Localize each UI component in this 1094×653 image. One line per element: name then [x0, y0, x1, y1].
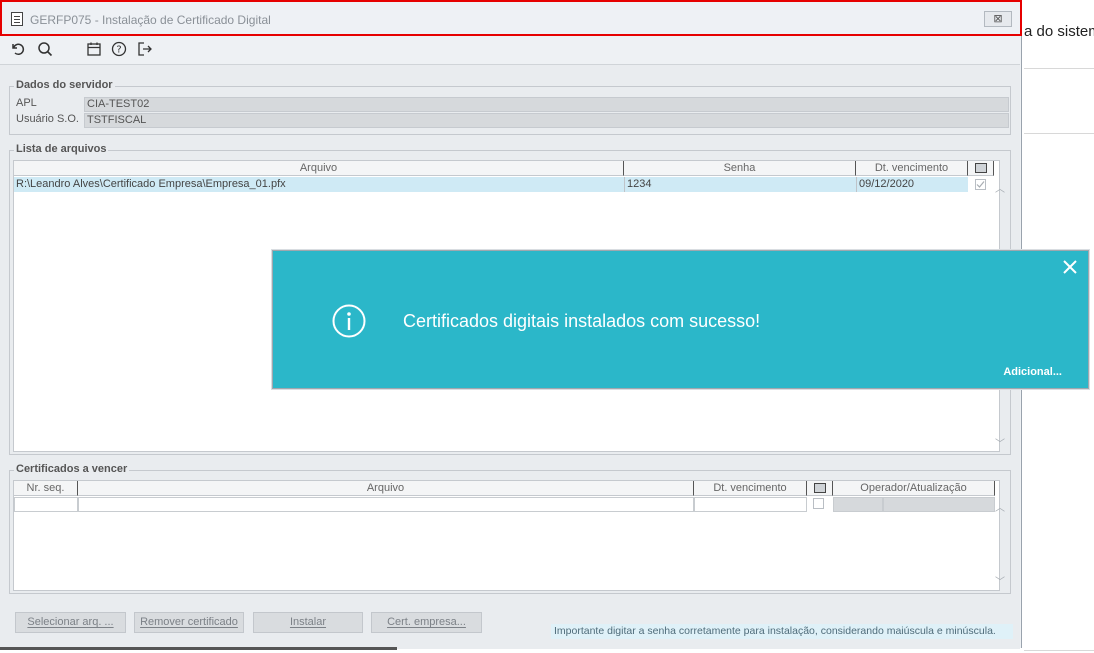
column-header-vencimento[interactable]: Dt. vencimento — [694, 481, 807, 496]
column-header-nr-seq[interactable]: Nr. seq. — [14, 481, 78, 496]
cell-senha[interactable]: 1234 — [624, 177, 856, 192]
expiring-grid: Nr. seq. Arquivo Dt. vencimento Operador… — [13, 480, 1005, 591]
help-icon[interactable]: ? — [110, 41, 128, 57]
company-certificate-button[interactable]: Cert. empresa... — [371, 612, 482, 633]
title-bar[interactable]: GERFP075 - Instalação de Certificado Dig… — [0, 0, 1022, 36]
close-icon[interactable] — [1062, 259, 1078, 275]
scroll-down-arrow[interactable]: ﹀ — [995, 573, 1005, 588]
file-list-group-title: Lista de arquivos — [14, 143, 109, 155]
scroll-down-arrow[interactable]: ﹀ — [995, 435, 1005, 450]
user-field: TSTFISCAL — [84, 113, 1009, 128]
toolbar: ? — [0, 36, 1020, 62]
select-file-button[interactable]: Selecionar arq. ... — [15, 612, 126, 633]
window-title: GERFP075 - Instalação de Certificado Dig… — [30, 13, 271, 27]
background-divider — [1024, 133, 1094, 134]
remove-certificate-button[interactable]: Remover certificado — [134, 612, 244, 633]
select-all-checkbox[interactable] — [974, 163, 987, 173]
server-data-group: Dados do servidor APL CIA-TEST02 Usuário… — [9, 79, 1011, 135]
input-nr-seq[interactable] — [14, 497, 78, 512]
search-icon[interactable] — [36, 41, 54, 57]
svg-text:?: ? — [116, 45, 121, 56]
column-header-arquivo[interactable]: Arquivo — [78, 481, 694, 496]
row-checkbox[interactable] — [975, 179, 986, 190]
user-label: Usuário S.O. — [16, 113, 79, 125]
taskbar-strip — [0, 647, 397, 650]
scroll-up-arrow[interactable]: ︿ — [995, 499, 1005, 514]
exit-icon[interactable] — [136, 41, 154, 57]
apl-field: CIA-TEST02 — [84, 97, 1009, 112]
success-notification: Certificados digitais instalados com suc… — [272, 250, 1089, 389]
password-hint: Importante digitar a senha corretamente … — [551, 624, 1013, 639]
input-arquivo[interactable] — [78, 497, 694, 512]
install-button[interactable]: Instalar — [253, 612, 363, 633]
info-icon — [332, 304, 366, 338]
server-group-title: Dados do servidor — [14, 79, 115, 91]
scroll-up-arrow[interactable]: ︿ — [995, 180, 1005, 195]
table-row[interactable]: R:\Leandro Alves\Certificado Empresa\Emp… — [14, 177, 968, 192]
apl-label: APL — [16, 97, 37, 109]
calendar-icon[interactable] — [85, 41, 103, 57]
background-divider — [1024, 68, 1094, 69]
column-header-select[interactable] — [968, 161, 994, 176]
column-header-operador[interactable]: Operador/Atualização — [833, 481, 995, 496]
operator-field — [833, 497, 883, 512]
row-checkbox[interactable] — [813, 498, 824, 509]
notification-message: Certificados digitais instalados com suc… — [403, 311, 761, 331]
input-vencimento[interactable] — [694, 497, 807, 512]
background-divider — [1024, 650, 1094, 651]
background-app-text: a do sistem — [1024, 23, 1094, 40]
close-window-button[interactable]: ⊠ — [984, 11, 1012, 27]
column-header-vencimento[interactable]: Dt. vencimento — [856, 161, 968, 176]
column-header-arquivo[interactable]: Arquivo — [14, 161, 624, 176]
expiring-certificates-group: Certificados a vencer Nr. seq. Arquivo D… — [9, 463, 1011, 594]
refresh-icon[interactable] — [9, 41, 27, 57]
select-all-checkbox[interactable] — [813, 483, 826, 493]
additional-link[interactable]: Adicional... — [1003, 366, 1062, 378]
document-icon — [11, 12, 23, 26]
expiring-group-title: Certificados a vencer — [14, 463, 130, 475]
cell-vencimento[interactable]: 09/12/2020 — [856, 177, 968, 192]
update-field — [883, 497, 995, 512]
cell-arquivo[interactable]: R:\Leandro Alves\Certificado Empresa\Emp… — [14, 177, 624, 192]
column-header-senha[interactable]: Senha — [624, 161, 856, 176]
column-header-select[interactable] — [807, 481, 833, 496]
